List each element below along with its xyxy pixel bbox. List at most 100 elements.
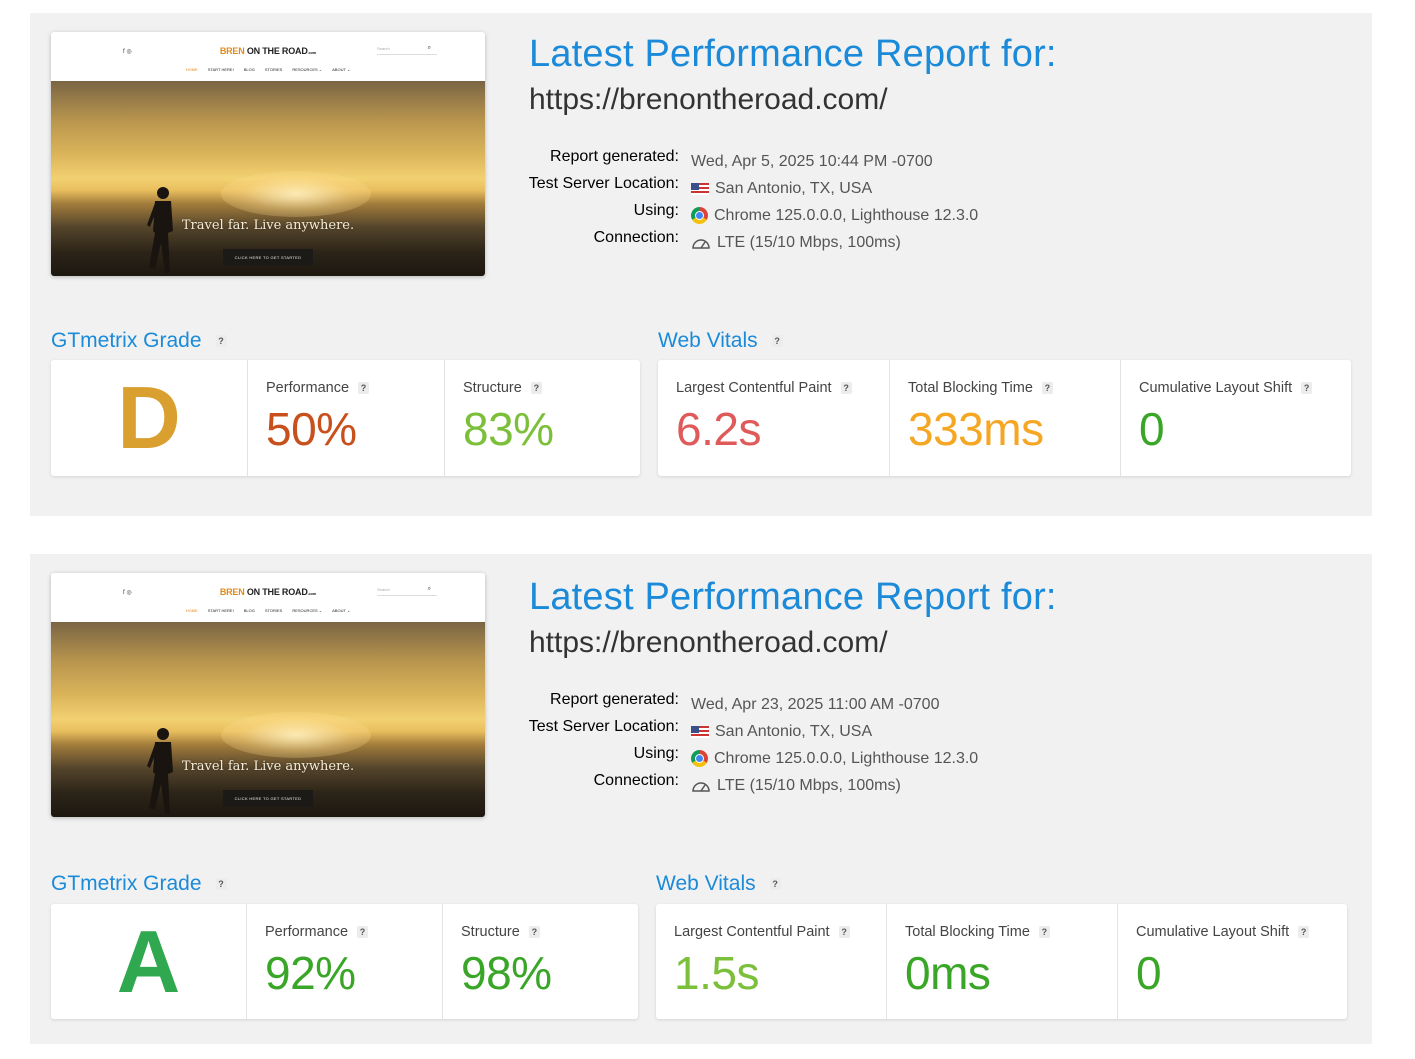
gauge-icon xyxy=(692,238,710,249)
sunset-glow xyxy=(221,171,371,217)
help-icon[interactable]: ? xyxy=(1301,382,1313,395)
structure-cell: Structure? 83% xyxy=(444,360,640,476)
server-location-value: San Antonio, TX, USA xyxy=(691,175,1191,202)
structure-label: Structure? xyxy=(463,380,542,396)
web-vitals-card: Largest Contentful Paint? 6.2s Total Blo… xyxy=(658,360,1351,476)
thumbnail-menu: HOME START HERE! BLOG STORIES RESOURCES ⌄ ABO… xyxy=(51,608,485,613)
help-icon[interactable]: ? xyxy=(1298,926,1310,939)
server-location-value: San Antonio, TX, USA xyxy=(691,718,1191,745)
help-icon[interactable]: ? xyxy=(1041,382,1053,395)
connection-value: LTE (15/10 Mbps, 100ms) xyxy=(691,772,1191,799)
performance-label: Performance? xyxy=(265,924,369,940)
report-card-2: f ◎ BREN ON THE ROAD.com Search ⌕ HOME ST… xyxy=(30,554,1372,1044)
cls-value: 0 xyxy=(1139,403,1165,455)
grade-letter: D xyxy=(117,368,181,467)
menu-item: ABOUT ⌄ xyxy=(332,608,351,613)
report-meta-values: Wed, Apr 23, 2025 11:00 AM -0700 San Ant… xyxy=(691,691,1191,799)
tbt-value: 0ms xyxy=(905,947,991,999)
us-flag-icon xyxy=(691,725,709,738)
tbt-cell: Total Blocking Time? 333ms xyxy=(889,360,1120,476)
lcp-cell: Largest Contentful Paint? 1.5s xyxy=(656,904,886,1019)
performance-cell: Performance? 92% xyxy=(246,904,442,1019)
menu-item: HOME xyxy=(185,608,198,613)
performance-cell: Performance? 50% xyxy=(247,360,444,476)
gauge-icon xyxy=(692,781,710,792)
report-card-1: f ◎ BREN ON THE ROAD.com Search ⌕ HOME ST… xyxy=(30,13,1372,516)
performance-value: 50% xyxy=(266,403,357,455)
gtmetrix-grade-card: D Performance? 50% Structure? 83% xyxy=(51,360,640,476)
report-url-link[interactable]: https://brenontheroad.com/ xyxy=(529,83,888,117)
help-icon[interactable]: ? xyxy=(528,926,540,939)
chrome-icon xyxy=(691,750,708,767)
help-icon[interactable]: ? xyxy=(215,335,227,348)
cls-value: 0 xyxy=(1136,947,1162,999)
grade-cell: A xyxy=(51,904,246,1019)
menu-item: STORIES xyxy=(264,608,283,613)
report-generated-value: Wed, Apr 23, 2025 11:00 AM -0700 xyxy=(691,695,940,713)
help-icon[interactable]: ? xyxy=(358,382,370,395)
help-icon[interactable]: ? xyxy=(769,878,781,891)
web-vitals-heading: Web Vitals? xyxy=(656,872,781,896)
using-value: Chrome 125.0.0.0, Lighthouse 12.3.0 xyxy=(691,745,1191,772)
us-flag-icon xyxy=(691,182,709,195)
connection-value: LTE (15/10 Mbps, 100ms) xyxy=(691,229,1191,256)
report-generated-label: Report generated: xyxy=(550,148,679,165)
lcp-label: Largest Contentful Paint? xyxy=(676,380,852,396)
structure-value: 83% xyxy=(463,403,554,455)
lcp-cell: Largest Contentful Paint? 6.2s xyxy=(658,360,889,476)
tbt-label: Total Blocking Time? xyxy=(908,380,1053,396)
help-icon[interactable]: ? xyxy=(840,382,852,395)
report-meta-labels: Report generated: Test Server Location: … xyxy=(419,148,679,256)
connection-label: Connection: xyxy=(593,229,679,246)
menu-item: ABOUT ⌄ xyxy=(332,67,351,72)
help-icon[interactable]: ? xyxy=(1038,926,1050,939)
structure-value: 98% xyxy=(461,947,552,999)
tbt-value: 333ms xyxy=(908,403,1044,455)
structure-label: Structure? xyxy=(461,924,540,940)
thumbnail-header: f ◎ BREN ON THE ROAD.com Search ⌕ HOME ST… xyxy=(51,32,485,81)
thumbnail-menu: HOME START HERE! BLOG STORIES RESOURCES ⌄ ABO… xyxy=(51,67,485,72)
lcp-label: Largest Contentful Paint? xyxy=(674,924,850,940)
report-generated-label: Report generated: xyxy=(550,691,679,708)
report-title: Latest Performance Report for: xyxy=(529,576,1057,618)
server-location-label: Test Server Location: xyxy=(528,718,679,735)
gtmetrix-grade-heading: GTmetrix Grade? xyxy=(51,872,227,896)
report-meta-labels: Report generated: Test Server Location: … xyxy=(419,691,679,799)
menu-item: BLOG xyxy=(243,67,255,72)
sunset-glow xyxy=(221,712,371,758)
cls-label: Cumulative Layout Shift? xyxy=(1136,924,1310,940)
menu-item: RESOURCES ⌄ xyxy=(292,608,323,613)
search-icon: ⌕ xyxy=(427,586,431,592)
gtmetrix-grade-heading: GTmetrix Grade? xyxy=(51,329,227,353)
tbt-cell: Total Blocking Time? 0ms xyxy=(886,904,1117,1019)
help-icon[interactable]: ? xyxy=(771,335,783,348)
performance-value: 92% xyxy=(265,947,356,999)
menu-item: START HERE! xyxy=(207,67,234,72)
report-url-link[interactable]: https://brenontheroad.com/ xyxy=(529,626,888,660)
menu-item: RESOURCES ⌄ xyxy=(292,67,323,72)
performance-label: Performance? xyxy=(266,380,370,396)
menu-item: HOME xyxy=(185,67,198,72)
search-icon: ⌕ xyxy=(427,45,431,51)
help-icon[interactable]: ? xyxy=(530,382,542,395)
using-label: Using: xyxy=(633,202,679,219)
report-meta-values: Wed, Apr 5, 2025 10:44 PM -0700 San Anto… xyxy=(691,148,1191,256)
chrome-icon xyxy=(691,207,708,224)
cls-cell: Cumulative Layout Shift? 0 xyxy=(1117,904,1347,1019)
help-icon[interactable]: ? xyxy=(215,878,227,891)
cls-cell: Cumulative Layout Shift? 0 xyxy=(1120,360,1351,476)
thumbnail-cta-button: CLICK HERE TO GET STARTED xyxy=(223,790,313,807)
web-vitals-card: Largest Contentful Paint? 1.5s Total Blo… xyxy=(656,904,1347,1019)
web-vitals-heading: Web Vitals? xyxy=(658,329,783,353)
grade-cell: D xyxy=(51,360,247,476)
help-icon[interactable]: ? xyxy=(838,926,850,939)
structure-cell: Structure? 98% xyxy=(442,904,638,1019)
menu-item: BLOG xyxy=(243,608,255,613)
help-icon[interactable]: ? xyxy=(357,926,369,939)
menu-item: STORIES xyxy=(264,67,283,72)
tbt-label: Total Blocking Time? xyxy=(905,924,1050,940)
thumbnail-cta-button: CLICK HERE TO GET STARTED xyxy=(223,249,313,266)
cls-label: Cumulative Layout Shift? xyxy=(1139,380,1313,396)
lcp-value: 1.5s xyxy=(674,947,759,999)
menu-item: START HERE! xyxy=(207,608,234,613)
